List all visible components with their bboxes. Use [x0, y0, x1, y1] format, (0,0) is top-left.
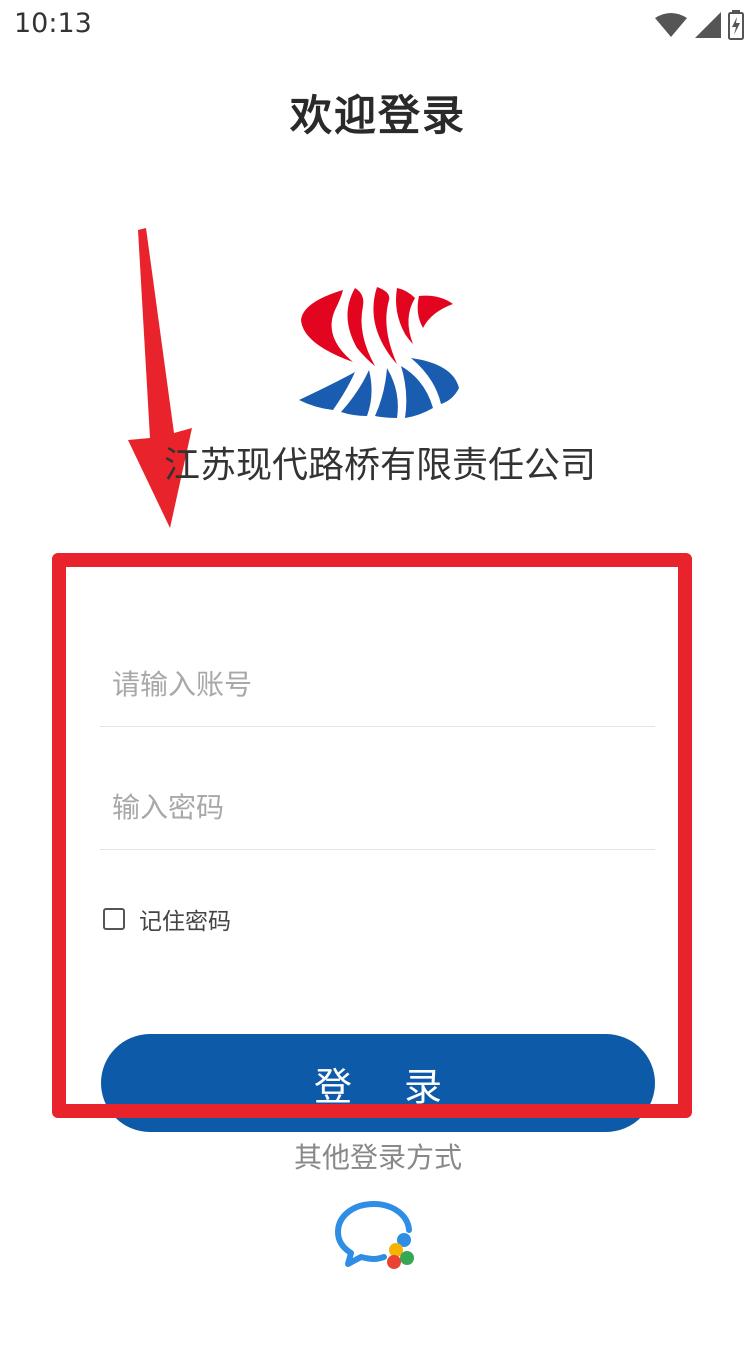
- remember-password-checkbox[interactable]: [103, 908, 125, 930]
- account-input[interactable]: [100, 642, 655, 727]
- remember-password-label: 记住密码: [139, 909, 231, 935]
- other-login-label: 其他登录方式: [293, 1141, 462, 1174]
- wifi-icon: [655, 13, 687, 37]
- remember-password-toggle[interactable]: 记住密码: [103, 902, 231, 936]
- company-name: 江苏现代路桥有限责任公司: [163, 445, 596, 486]
- page-title: 欢迎登录: [289, 91, 466, 140]
- wework-icon[interactable]: [334, 1200, 420, 1274]
- battery-charging-icon: [728, 10, 744, 40]
- status-icons: [654, 10, 744, 40]
- signal-icon: [695, 12, 721, 38]
- status-time: 10:13: [14, 8, 92, 39]
- company-logo: [299, 287, 459, 418]
- password-input[interactable]: [100, 765, 655, 850]
- status-bar: 10:13: [0, 0, 756, 52]
- login-button[interactable]: 登 录: [101, 1034, 655, 1132]
- login-screen: 10:13 欢迎登录 江苏现代路桥有限责任公司 请输入账号 记住密码 登 录 其…: [0, 0, 756, 1345]
